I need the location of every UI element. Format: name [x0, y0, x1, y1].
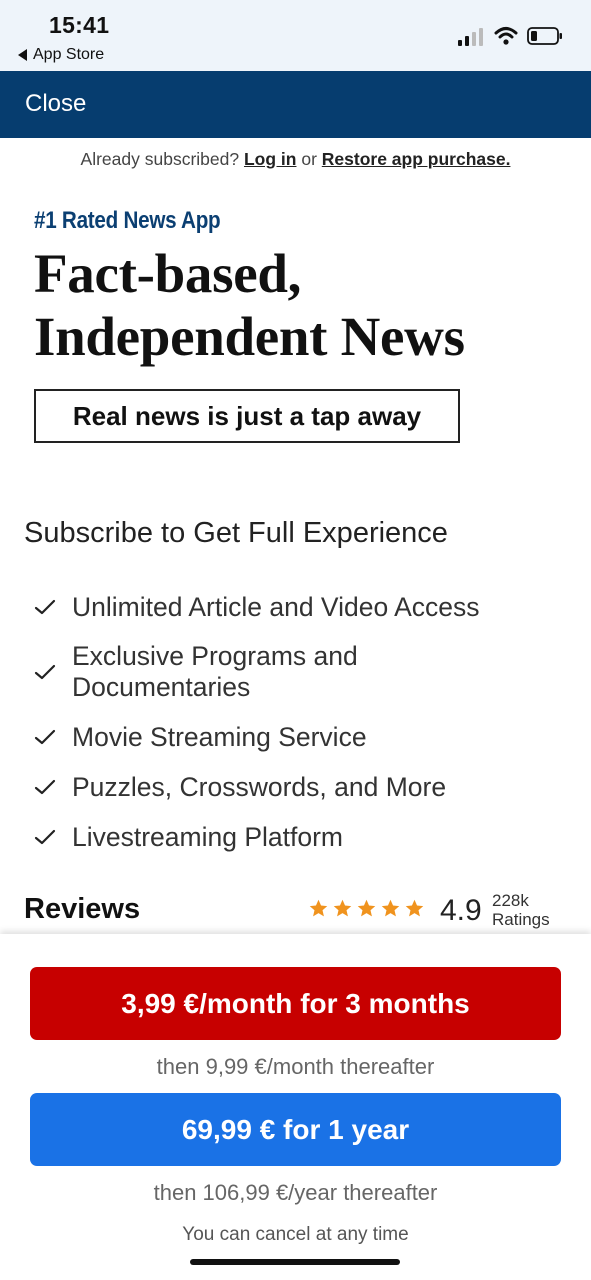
purchase-sheet: 3,99 €/month for 3 months then 9,99 €/mo… — [0, 934, 591, 1280]
headline-line-1: Fact-based, — [34, 243, 302, 304]
star-icon — [404, 898, 425, 924]
checkmark-icon — [34, 829, 62, 845]
rated-badge: #1 Rated News App — [34, 207, 221, 234]
cancel-note: You can cancel at any time — [182, 1224, 409, 1245]
top-nav-bar: Close — [0, 71, 591, 138]
back-arrow-icon — [18, 49, 27, 61]
rating-count: 228k Ratings — [492, 891, 550, 929]
status-time: 15:41 — [49, 12, 110, 38]
tagline-box: Real news is just a tap away — [34, 389, 460, 443]
yearly-then-text: then 106,99 €/year thereafter — [153, 1180, 438, 1205]
restore-purchase-link[interactable]: Restore app purchase. — [322, 149, 511, 169]
feature-text-line: Exclusive Programs and — [72, 641, 358, 671]
already-subscribed-text: Already subscribed? — [80, 149, 240, 169]
back-to-app-store[interactable]: App Store — [18, 46, 104, 64]
battery-icon — [527, 27, 562, 45]
feature-text: Puzzles, Crosswords, and More — [62, 772, 446, 803]
feature-text: Exclusive Programs and Documentaries — [62, 641, 358, 703]
checkmark-icon — [34, 729, 62, 745]
feature-text: Livestreaming Platform — [62, 822, 343, 853]
wifi-icon — [494, 27, 518, 45]
feature-list: Unlimited Article and Video Access Exclus… — [34, 582, 574, 862]
feature-item: Puzzles, Crosswords, and More — [34, 762, 574, 812]
star-rating — [308, 898, 425, 924]
feature-text-line: Unlimited Article and Video Access — [72, 591, 480, 622]
headline-line-2: Independent News — [34, 306, 465, 367]
cellular-signal-icon — [458, 28, 483, 46]
feature-text-line: Livestreaming Platform — [72, 821, 343, 852]
star-icon — [308, 898, 329, 924]
login-link[interactable]: Log in — [244, 149, 296, 169]
checkmark-icon — [34, 779, 62, 795]
yearly-offer-button[interactable]: 69,99 € for 1 year — [30, 1093, 561, 1166]
tagline: Real news is just a tap away — [72, 400, 422, 431]
back-app-label: App Store — [33, 46, 105, 63]
rating-value: 4.9 — [440, 894, 482, 927]
home-indicator[interactable] — [190, 1259, 400, 1265]
or-text: or — [301, 149, 317, 169]
feature-item: Unlimited Article and Video Access — [34, 582, 574, 632]
monthly-offer-button[interactable]: 3,99 €/month for 3 months — [30, 967, 561, 1040]
feature-item: Livestreaming Platform — [34, 812, 574, 862]
feature-item: Movie Streaming Service — [34, 712, 574, 762]
star-icon — [332, 898, 353, 924]
monthly-then-text: then 9,99 €/month thereafter — [156, 1054, 435, 1079]
star-icon — [356, 898, 377, 924]
checkmark-icon — [34, 664, 62, 680]
feature-text: Unlimited Article and Video Access — [62, 592, 480, 623]
reviews-title: Reviews — [24, 893, 141, 925]
feature-item: Exclusive Programs and Documentaries — [34, 632, 574, 712]
subscribe-title: Subscribe to Get Full Experience — [24, 517, 448, 549]
headline: Fact-based, Independent News — [34, 242, 465, 368]
rating-count-number: 228k — [492, 891, 529, 910]
feature-text: Movie Streaming Service — [62, 722, 367, 753]
checkmark-icon — [34, 599, 62, 615]
rating-count-label: Ratings — [492, 910, 550, 929]
close-button[interactable]: Close — [25, 90, 86, 118]
status-bar: 15:41 App Store — [0, 0, 591, 71]
feature-text-line: Puzzles, Crosswords, and More — [72, 771, 447, 802]
feature-text-line: Documentaries — [72, 672, 251, 702]
star-icon — [380, 898, 401, 924]
feature-text-line: Movie Streaming Service — [72, 721, 367, 752]
login-restore-line: Already subscribed? Log in or Restore ap… — [0, 149, 591, 170]
